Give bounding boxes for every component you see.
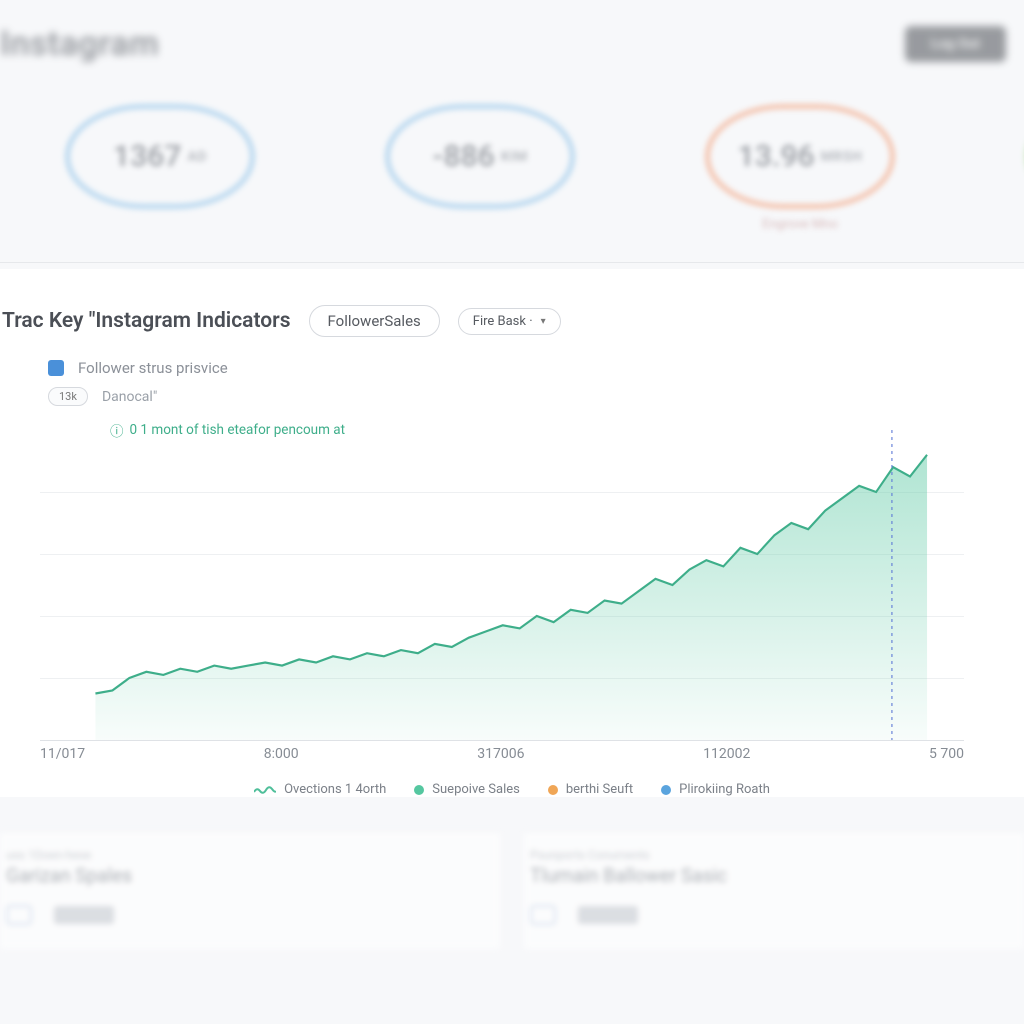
range-dropdown-label: Fire Bask · [473,314,533,329]
header-action-button[interactable]: Log Out [905,26,1006,62]
range-dropdown[interactable]: Fire Bask · ▾ [458,308,561,335]
x-tick: 5 700 [929,746,964,762]
bottom-card[interactable]: uss 1Doen-hese Garizan Spales [0,831,500,949]
bottom-card[interactable]: Psunports Conuments Tlumain Ballower Sas… [524,831,1024,949]
kpi-ring-icon: -886 KIM [385,104,575,209]
chart-legend: Ovections 1 4orth Suepoive Sales berthi … [0,782,1024,797]
series-label: Follower strus prisvice [78,359,228,377]
card-bar-placeholder [578,906,638,924]
sub-row-text: Danocal" [102,389,157,405]
card-overline: uss 1Doen-hese [6,848,500,862]
kpi-value: -886 [432,139,494,174]
card-icon [530,905,556,925]
x-tick: 112002 [703,746,750,762]
kpi-ring-icon: 1367 AD [65,104,255,209]
x-axis: 11/017 8:000 317006 112002 5 700 [40,746,964,762]
series-checkbox[interactable] [48,360,64,376]
chart-plot-area[interactable] [40,430,964,740]
chart-panel: Trac Key "Instagram Indicators FollowerS… [0,269,1024,797]
bottom-cards: uss 1Doen-hese Garizan Spales Psunports … [0,831,1024,949]
legend-item[interactable]: Ovections 1 4orth [254,782,386,797]
legend-label: berthi Seuft [566,782,633,797]
kpi-unit: KIM [501,149,528,165]
metric-pill[interactable]: FollowerSales [309,305,440,337]
legend-label: Ovections 1 4orth [284,782,386,797]
kpi-row: 1367 AD -886 KIM 13.96 MRSH Engrove Mno [0,94,1024,263]
kpi-unit: AD [188,149,208,165]
legend-item[interactable]: Plirokiing Roath [661,782,770,797]
kpi-card-2[interactable]: 13.96 MRSH Engrove Mno [660,104,940,232]
kpi-ring-icon: 13.96 MRSH [705,104,895,209]
x-tick: 8:000 [264,746,299,762]
kpi-unit: MRSH [821,149,863,165]
legend-label: Plirokiing Roath [679,782,770,797]
kpi-value: 13.96 [738,139,815,174]
card-title: Garizan Spales [6,864,500,887]
legend-item[interactable]: Suepoive Sales [414,782,520,797]
card-bar-placeholder [54,906,114,924]
x-tick: 317006 [477,746,524,762]
legend-dot-icon [548,785,558,795]
legend-dot-icon [414,785,424,795]
chevron-down-icon: ▾ [541,316,546,327]
chart-title: Trac Key "Instagram Indicators [2,309,291,333]
x-tick: 11/017 [40,746,85,762]
line-chart-svg [40,430,964,740]
kpi-subtitle: Engrove Mno [762,217,838,232]
kpi-card-0[interactable]: 1367 AD [20,104,300,232]
card-title: Tlumain Ballower Sasic [530,864,1024,887]
legend-squiggle-icon [254,786,276,794]
legend-item[interactable]: berthi Seuft [548,782,633,797]
card-overline: Psunports Conuments [530,848,1024,862]
kpi-value: 1367 [113,139,182,174]
page-title: Instagram [0,24,159,64]
card-icon [6,905,32,925]
kpi-card-1[interactable]: -886 KIM [340,104,620,232]
mini-badge[interactable]: 13k [48,387,88,406]
legend-dot-icon [661,785,671,795]
kpi-card-3[interactable] [980,104,1024,232]
legend-label: Suepoive Sales [432,782,520,797]
